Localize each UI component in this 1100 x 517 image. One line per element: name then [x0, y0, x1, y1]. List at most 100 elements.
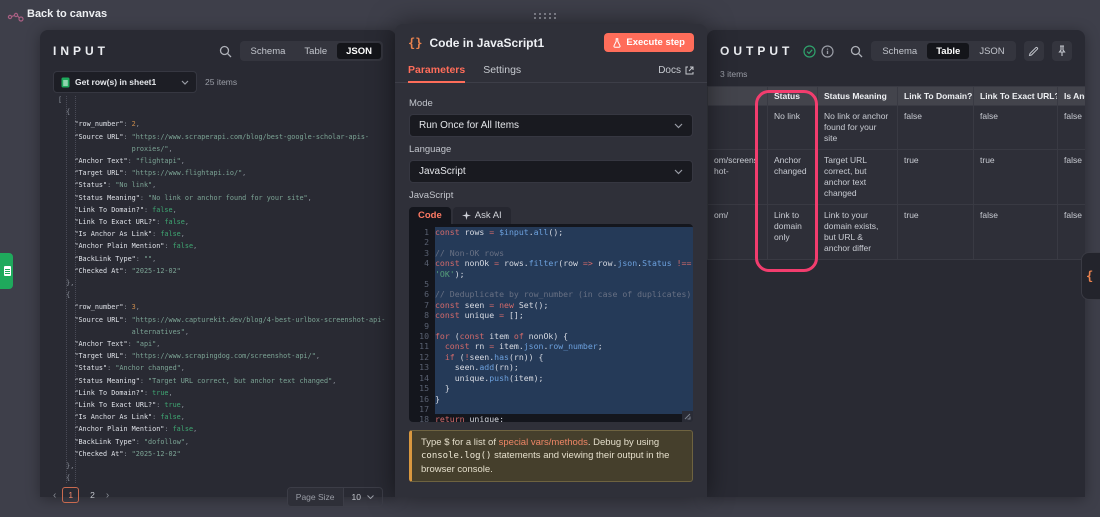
page-size-label: Page Size: [288, 488, 344, 506]
column-header: Is Anchor: [1058, 87, 1086, 106]
language-select[interactable]: JavaScript: [409, 160, 693, 183]
special-vars-link[interactable]: special vars/methods: [499, 437, 588, 448]
input-tab-table[interactable]: Table: [295, 43, 336, 59]
code-line: 15 }: [409, 383, 693, 393]
code-line: 2: [409, 237, 693, 247]
chevron-down-icon: [181, 80, 189, 85]
code-line: 8const unique = [];: [409, 310, 693, 320]
input-view-switcher: Schema Table JSON: [240, 41, 383, 61]
output-search-icon[interactable]: [850, 45, 863, 58]
json-line: "Checked At": "2025-12-02": [58, 265, 392, 277]
json-line: "BackLink Type": "",: [58, 253, 392, 265]
sheets-node-edge-tab[interactable]: [0, 253, 13, 289]
json-line: "Checked At": "2025-12-02": [58, 448, 392, 460]
code-line: 6// Deduplicate by row_number (in case o…: [409, 289, 693, 299]
code-node-edge-tab[interactable]: {: [1081, 252, 1100, 300]
page-next-icon[interactable]: ›: [106, 490, 109, 501]
json-line: "BackLink Type": "dofollow",: [58, 436, 392, 448]
json-line: "Status Meaning": "Target URL correct, b…: [58, 375, 392, 387]
output-view-switcher: Schema Table JSON: [871, 41, 1015, 61]
table-cell: No link or anchor found for your site: [818, 106, 898, 150]
json-line: "row_number": 3,: [58, 301, 392, 313]
code-line: 13 seen.add(rn);: [409, 362, 693, 372]
input-panel: INPUT Schema Table JSON Get row(s) in sh…: [40, 30, 396, 497]
table-cell: Anchor changed: [768, 150, 818, 205]
code-node-modal: {} Code in JavaScript1 Execute step Para…: [395, 24, 707, 497]
workflow-nodes-icon: [7, 10, 25, 23]
json-line: },: [58, 277, 392, 289]
input-source-label: Get row(s) in sheet1: [75, 77, 176, 87]
code-line: 17: [409, 404, 693, 414]
execute-step-button[interactable]: Execute step: [604, 33, 694, 52]
modal-drag-handle[interactable]: [534, 13, 556, 19]
json-line: "Link To Exact URL?": true,: [58, 399, 392, 411]
external-link-icon: [685, 66, 694, 75]
table-cell: false: [974, 205, 1058, 260]
table-cell: false: [1058, 205, 1086, 260]
code-line: 11 const rn = item.json.row_number;: [409, 341, 693, 351]
table-cell: false: [1058, 150, 1086, 205]
input-items-count: 25 items: [205, 77, 237, 87]
tab-code[interactable]: Code: [409, 207, 451, 224]
table-cell: Link to domain only: [768, 205, 818, 260]
input-source-select[interactable]: Get row(s) in sheet1: [53, 71, 197, 93]
mode-select[interactable]: Run Once for All Items: [409, 114, 693, 137]
json-line: "Status": "Anchor changed",: [58, 362, 392, 374]
json-line: "Anchor Text": "api",: [58, 338, 392, 350]
table-cell: No link: [768, 106, 818, 150]
tab-parameters[interactable]: Parameters: [408, 58, 465, 82]
table-cell: Target URL correct, but anchor text chan…: [818, 150, 898, 205]
language-label: Language: [409, 144, 693, 155]
output-table: StatusStatus MeaningLink To Domain?Link …: [707, 86, 1085, 260]
tab-settings[interactable]: Settings: [483, 58, 521, 82]
editor-hint-box: Type $ for a list of special vars/method…: [409, 430, 693, 482]
code-line: 4const nonOk = rows.filter(row => row.js…: [409, 258, 693, 268]
tab-ask-ai[interactable]: Ask AI: [453, 207, 511, 224]
code-line: 9: [409, 321, 693, 331]
table-row: om/Link to domain onlyLink to your domai…: [708, 205, 1086, 260]
json-line: "Status": "No link",: [58, 179, 392, 191]
json-line: "Anchor Text": "flightapi",: [58, 155, 392, 167]
code-line: 'OK');: [409, 269, 693, 279]
json-line: [: [58, 94, 392, 106]
page-2-button[interactable]: 2: [85, 488, 100, 502]
input-tab-json[interactable]: JSON: [337, 43, 381, 59]
indent-guide: [75, 96, 76, 483]
table-cell: [708, 106, 768, 150]
table-cell: Link to your domain exists, but URL & an…: [818, 205, 898, 260]
input-tab-schema[interactable]: Schema: [242, 43, 295, 59]
table-row: No linkNo link or anchor found for your …: [708, 106, 1086, 150]
code-section-label: JavaScript: [409, 190, 693, 201]
modal-title: Code in JavaScript1: [429, 36, 544, 50]
edit-output-button[interactable]: [1024, 41, 1044, 61]
page-prev-icon[interactable]: ‹: [53, 490, 56, 501]
code-line: 7const seen = new Set();: [409, 300, 693, 310]
back-to-canvas-button[interactable]: Back to canvas: [27, 8, 107, 20]
sheets-icon: [61, 77, 70, 88]
editor-resize-handle[interactable]: [682, 411, 693, 422]
page-size-select[interactable]: Page Size 10: [287, 487, 383, 507]
output-tab-json[interactable]: JSON: [970, 43, 1013, 59]
json-line: "Link To Domain?": false,: [58, 204, 392, 216]
json-line: proxies/",: [58, 143, 392, 155]
input-json-view[interactable]: [ { "row_number": 2, "Source URL": "http…: [53, 94, 392, 483]
docs-link[interactable]: Docs: [658, 65, 694, 76]
code-editor[interactable]: 1const rows = $input.all();2 3// Non-OK …: [409, 224, 693, 422]
input-search-icon[interactable]: [219, 45, 232, 58]
output-tab-table[interactable]: Table: [927, 43, 969, 59]
page-1-button[interactable]: 1: [62, 487, 79, 503]
code-node-icon: {}: [408, 36, 422, 50]
json-line: "row_number": 2,: [58, 118, 392, 130]
output-tab-schema[interactable]: Schema: [873, 43, 926, 59]
json-line: "Is Anchor As Link": false,: [58, 228, 392, 240]
code-line: 1const rows = $input.all();: [409, 227, 693, 237]
json-line: "Anchor Plain Mention": false,: [58, 423, 392, 435]
info-icon[interactable]: [821, 45, 834, 58]
code-line: 3// Non-OK rows: [409, 248, 693, 258]
column-header: Link To Domain?: [898, 87, 974, 106]
pin-data-button[interactable]: [1052, 41, 1072, 61]
json-line: "Link To Exact URL?": false,: [58, 216, 392, 228]
code-line: 16}: [409, 394, 693, 404]
pin-icon: [1057, 45, 1067, 57]
code-line: 10for (const item of nonOk) {: [409, 331, 693, 341]
